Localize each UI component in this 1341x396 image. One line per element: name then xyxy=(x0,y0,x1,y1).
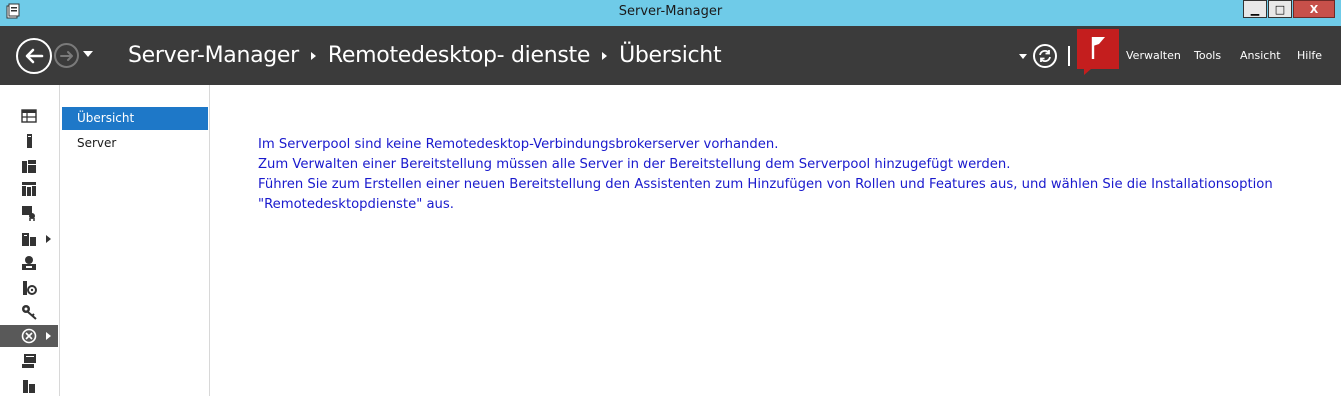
rail-item-all-servers[interactable] xyxy=(0,155,58,177)
print-icon xyxy=(23,281,37,295)
subnav-item-server[interactable]: Server xyxy=(62,132,208,155)
rail-item-wsus[interactable] xyxy=(0,374,58,396)
forward-button[interactable] xyxy=(54,43,79,68)
maximize-button[interactable]: □ xyxy=(1268,0,1292,18)
flag-icon xyxy=(1091,37,1105,59)
rail-item-local-server[interactable] xyxy=(0,130,58,152)
subnav-item-overview[interactable]: Übersicht xyxy=(62,107,208,130)
history-dropdown[interactable] xyxy=(83,51,93,57)
expand-arrow-icon[interactable] xyxy=(46,332,51,340)
info-message: Im Serverpool sind keine Remotedesktop-V… xyxy=(258,135,1318,215)
breadcrumb-item-remote-desktop[interactable]: Remotedesktop- dienste xyxy=(328,43,590,68)
breadcrumb-separator-icon xyxy=(602,51,608,60)
back-button[interactable] xyxy=(16,38,52,74)
rail-item-server-roles[interactable] xyxy=(0,350,58,372)
hyper-v-icon xyxy=(22,256,36,270)
refresh-dropdown[interactable] xyxy=(1019,54,1027,59)
message-line: Im Serverpool sind keine Remotedesktop-V… xyxy=(258,137,779,152)
wsus-icon xyxy=(23,380,35,393)
rail-item-remote-desktop[interactable] xyxy=(0,325,58,347)
refresh-button[interactable] xyxy=(1033,44,1057,68)
rail-item-certificate[interactable] xyxy=(0,202,58,224)
close-button[interactable]: X xyxy=(1293,0,1335,18)
remote-desktop-icon xyxy=(21,328,37,344)
menu-hilfe[interactable]: Hilfe xyxy=(1297,49,1322,62)
message-line: Zum Verwalten einer Bereitstellung müsse… xyxy=(258,157,1011,172)
remote-access-icon xyxy=(22,305,37,320)
navigation-rail xyxy=(0,85,60,396)
header-divider xyxy=(1068,46,1070,66)
file-services-icon xyxy=(22,233,36,246)
all-servers-icon xyxy=(22,160,36,173)
server-manager-window: Server-Manager ▁ □ X Server-Manager Remo… xyxy=(0,0,1341,396)
arrow-left-icon xyxy=(25,48,44,64)
refresh-icon xyxy=(1039,50,1051,62)
rail-item-remote-access[interactable] xyxy=(0,301,58,323)
minimize-button[interactable]: ▁ xyxy=(1243,0,1267,18)
breadcrumb-item-overview: Übersicht xyxy=(619,43,722,68)
certificate-icon xyxy=(22,206,35,221)
breadcrumb-separator-icon xyxy=(310,51,316,60)
breadcrumb: Server-Manager Remotedesktop- dienste Üb… xyxy=(128,43,722,68)
local-server-icon xyxy=(27,134,32,148)
notifications-pointer xyxy=(1084,69,1091,75)
rail-item-hyper-v[interactable] xyxy=(0,252,58,274)
message-line: Führen Sie zum Erstellen einer neuen Ber… xyxy=(258,177,1273,212)
menu-ansicht[interactable]: Ansicht xyxy=(1240,49,1281,62)
server-roles-icon xyxy=(22,354,36,368)
dashboard-icon xyxy=(21,109,37,123)
rail-item-file-services[interactable] xyxy=(0,228,58,250)
sub-navigation: Übersicht Server xyxy=(61,85,210,396)
rail-item-print[interactable] xyxy=(0,277,58,299)
window-controls: ▁ □ X xyxy=(1242,0,1335,20)
window-title: Server-Manager xyxy=(618,4,723,19)
menu-tools[interactable]: Tools xyxy=(1194,49,1221,62)
rail-item-dashboard[interactable] xyxy=(0,105,58,127)
main-content: Im Serverpool sind keine Remotedesktop-V… xyxy=(211,85,1341,396)
header-bar: Server-Manager Remotedesktop- dienste Üb… xyxy=(0,26,1341,85)
arrow-right-icon xyxy=(59,50,73,61)
title-bar: Server-Manager ▁ □ X xyxy=(0,0,1341,26)
notifications-button[interactable] xyxy=(1077,29,1119,69)
breadcrumb-item-server-manager[interactable]: Server-Manager xyxy=(128,43,299,68)
menu-verwalten[interactable]: Verwalten xyxy=(1126,49,1181,62)
ad-icon xyxy=(22,182,36,196)
rail-item-ad[interactable] xyxy=(0,178,58,200)
expand-arrow-icon[interactable] xyxy=(46,235,51,243)
